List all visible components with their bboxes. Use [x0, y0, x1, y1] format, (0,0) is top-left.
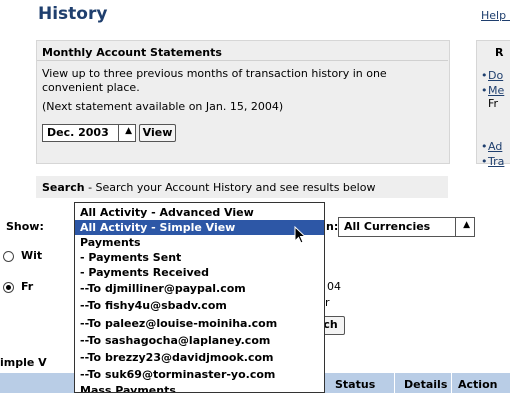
- statement-month-select[interactable]: Dec. 2003 ▲: [42, 124, 136, 142]
- dropdown-option[interactable]: --To djmilliner@paypal.com: [75, 281, 324, 296]
- dropdown-option-selected[interactable]: All Activity - Simple View: [75, 220, 324, 235]
- select-arrows-icon: ▲: [463, 220, 470, 230]
- statement-month-value: Dec. 2003: [47, 126, 109, 139]
- currency-value: All Currencies: [344, 220, 431, 233]
- partial-text: r: [325, 296, 330, 309]
- partial-date-field: 04: [327, 280, 341, 293]
- right-link-2[interactable]: Me: [488, 84, 504, 97]
- select-divider: [118, 125, 119, 141]
- bullet-icon: •: [481, 155, 488, 168]
- results-section-label: imple V: [0, 356, 47, 369]
- right-link-4[interactable]: Tra: [488, 155, 504, 168]
- mouse-pointer-icon: [294, 226, 307, 244]
- right-link-3[interactable]: Ad: [488, 140, 502, 153]
- panel-divider: [37, 60, 448, 61]
- bullet-icon: •: [481, 69, 488, 82]
- bullet-icon: •: [481, 140, 488, 153]
- radio-within-label: Wit: [21, 249, 43, 262]
- bullet-icon: •: [481, 84, 488, 97]
- help-link[interactable]: Help w: [481, 9, 510, 22]
- dropdown-option[interactable]: Payments: [75, 235, 324, 250]
- dropdown-option[interactable]: Mass Payments: [75, 383, 324, 392]
- dropdown-option[interactable]: --To sashagocha@laplaney.com: [75, 333, 324, 348]
- dropdown-option[interactable]: --To fishy4u@sbadv.com: [75, 298, 324, 313]
- radio-from-label: Fr: [21, 280, 34, 293]
- currency-select[interactable]: All Currencies ▲: [338, 217, 475, 237]
- dropdown-option[interactable]: --To paleez@louise-moiniha.com: [75, 316, 324, 331]
- column-action[interactable]: Action: [458, 378, 497, 391]
- statements-heading: Monthly Account Statements: [42, 46, 222, 59]
- select-arrows-icon: ▲: [125, 126, 132, 136]
- radio-from[interactable]: [3, 282, 14, 293]
- select-divider: [455, 218, 456, 236]
- dropdown-option[interactable]: All Activity - Advanced View: [75, 205, 324, 220]
- next-statement-note: (Next statement available on Jan. 15, 20…: [42, 100, 284, 113]
- right-link-1[interactable]: Do: [488, 69, 503, 82]
- column-separator: [394, 373, 395, 393]
- column-separator: [451, 373, 452, 393]
- right-link-2-extra: Fr: [488, 97, 499, 110]
- search-description: Search - Search your Account History and…: [42, 181, 375, 194]
- right-panel-heading: R: [495, 46, 504, 59]
- column-details[interactable]: Details: [404, 378, 447, 391]
- statements-description: View up to three previous months of tran…: [42, 67, 387, 94]
- dropdown-option[interactable]: --To suk69@torminaster-yo.com: [75, 367, 324, 382]
- search-desc-text: - Search your Account History and see re…: [84, 181, 376, 194]
- dropdown-option[interactable]: - Payments Received: [75, 265, 324, 280]
- page-title: History: [38, 4, 108, 24]
- show-label: Show:: [6, 220, 44, 233]
- radio-within[interactable]: [3, 251, 14, 262]
- dropdown-option[interactable]: - Payments Sent: [75, 250, 324, 265]
- dropdown-option[interactable]: --To brezzy23@davidjmook.com: [75, 350, 324, 365]
- search-label: Search: [42, 181, 85, 194]
- column-status[interactable]: Status: [335, 378, 375, 391]
- view-button[interactable]: View: [139, 124, 176, 142]
- activity-type-dropdown-list[interactable]: All Activity - Advanced View All Activit…: [74, 202, 325, 393]
- currency-label: n:: [326, 220, 339, 233]
